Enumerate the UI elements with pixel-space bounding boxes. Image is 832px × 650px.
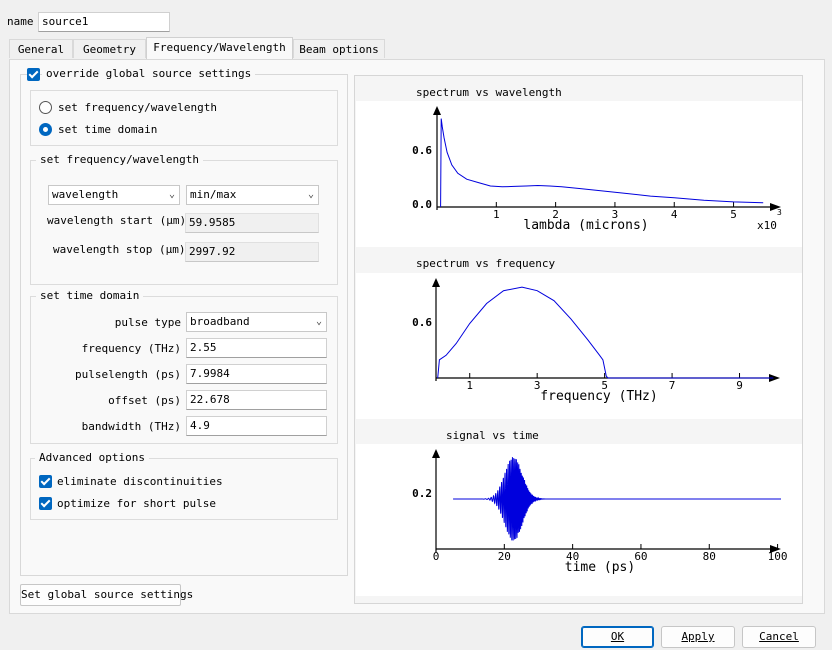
advanced-group <box>30 458 338 520</box>
plot-area <box>354 75 803 604</box>
set-global-source-settings-button[interactable]: Set global source settings <box>20 584 193 606</box>
frequency-field[interactable]: 2.55 <box>186 338 327 358</box>
eliminate-discontinuities-checkbox[interactable] <box>39 475 52 488</box>
pulse-type-value: broadband <box>190 315 250 328</box>
pulse-type-label: pulse type <box>114 316 181 329</box>
pulselength-label: pulselength (ps) <box>75 368 181 381</box>
chevron-down-icon: ⌄ <box>315 316 322 327</box>
eliminate-discontinuities-label: eliminate discontinuities <box>57 475 223 488</box>
cancel-button[interactable]: Cancel <box>742 626 816 648</box>
optimize-short-pulse-label: optimize for short pulse <box>57 497 216 510</box>
cancel-button-label: Cancel <box>759 630 799 643</box>
ok-button[interactable]: OK <box>581 626 654 648</box>
ok-button-label: OK <box>610 630 625 643</box>
optimize-short-pulse-checkbox[interactable] <box>39 497 52 510</box>
wavelength-stop-label: wavelength stop (μm) <box>53 243 186 256</box>
override-label[interactable]: override global source settings <box>42 67 256 80</box>
freq-wave-title: set frequency/wavelength <box>36 153 203 166</box>
bandwidth-label: bandwidth (THz) <box>81 420 181 433</box>
wavelength-start-label: wavelength start (μm) <box>47 214 187 227</box>
pulse-type-select[interactable]: broadband ⌄ <box>186 312 327 332</box>
offset-label: offset (ps) <box>108 394 181 407</box>
tab-beam-options[interactable]: Beam options <box>293 39 385 58</box>
pulselength-field[interactable]: 7.9984 <box>186 364 327 384</box>
bandwidth-field[interactable]: 4.9 <box>186 416 327 436</box>
tab-frequency-wavelength[interactable]: Frequency/Wavelength <box>146 37 293 59</box>
tab-geometry[interactable]: Geometry <box>73 39 146 58</box>
offset-field[interactable]: 22.678 <box>186 390 327 410</box>
radio-set-time-domain[interactable] <box>39 123 52 136</box>
name-input[interactable]: source1 <box>38 12 170 32</box>
advanced-title: Advanced options <box>35 451 149 464</box>
name-label: name <box>7 15 34 28</box>
radio-set-frequency-wavelength[interactable] <box>39 101 52 114</box>
wavelength-start-field[interactable]: 59.9585 <box>185 213 319 233</box>
radio-label-frequency-wavelength: set frequency/wavelength <box>58 101 217 114</box>
frequency-label: frequency (THz) <box>81 342 181 355</box>
mode-group <box>30 90 338 146</box>
time-domain-title: set time domain <box>36 289 144 302</box>
apply-button[interactable]: Apply <box>661 626 735 648</box>
override-checkbox[interactable] <box>27 68 40 81</box>
wavelength-stop-field[interactable]: 2997.92 <box>185 242 319 262</box>
range-select-value: min/max <box>190 188 237 201</box>
chevron-down-icon: ⌄ <box>307 189 314 200</box>
apply-button-label: Apply <box>681 630 715 643</box>
unit-select-value: wavelength <box>52 188 119 201</box>
unit-select[interactable]: wavelength ⌄ <box>48 185 180 205</box>
range-select[interactable]: min/max ⌄ <box>186 185 319 205</box>
chevron-down-icon: ⌄ <box>168 189 175 200</box>
tab-general[interactable]: General <box>9 39 73 58</box>
radio-label-time-domain: set time domain <box>58 123 158 136</box>
